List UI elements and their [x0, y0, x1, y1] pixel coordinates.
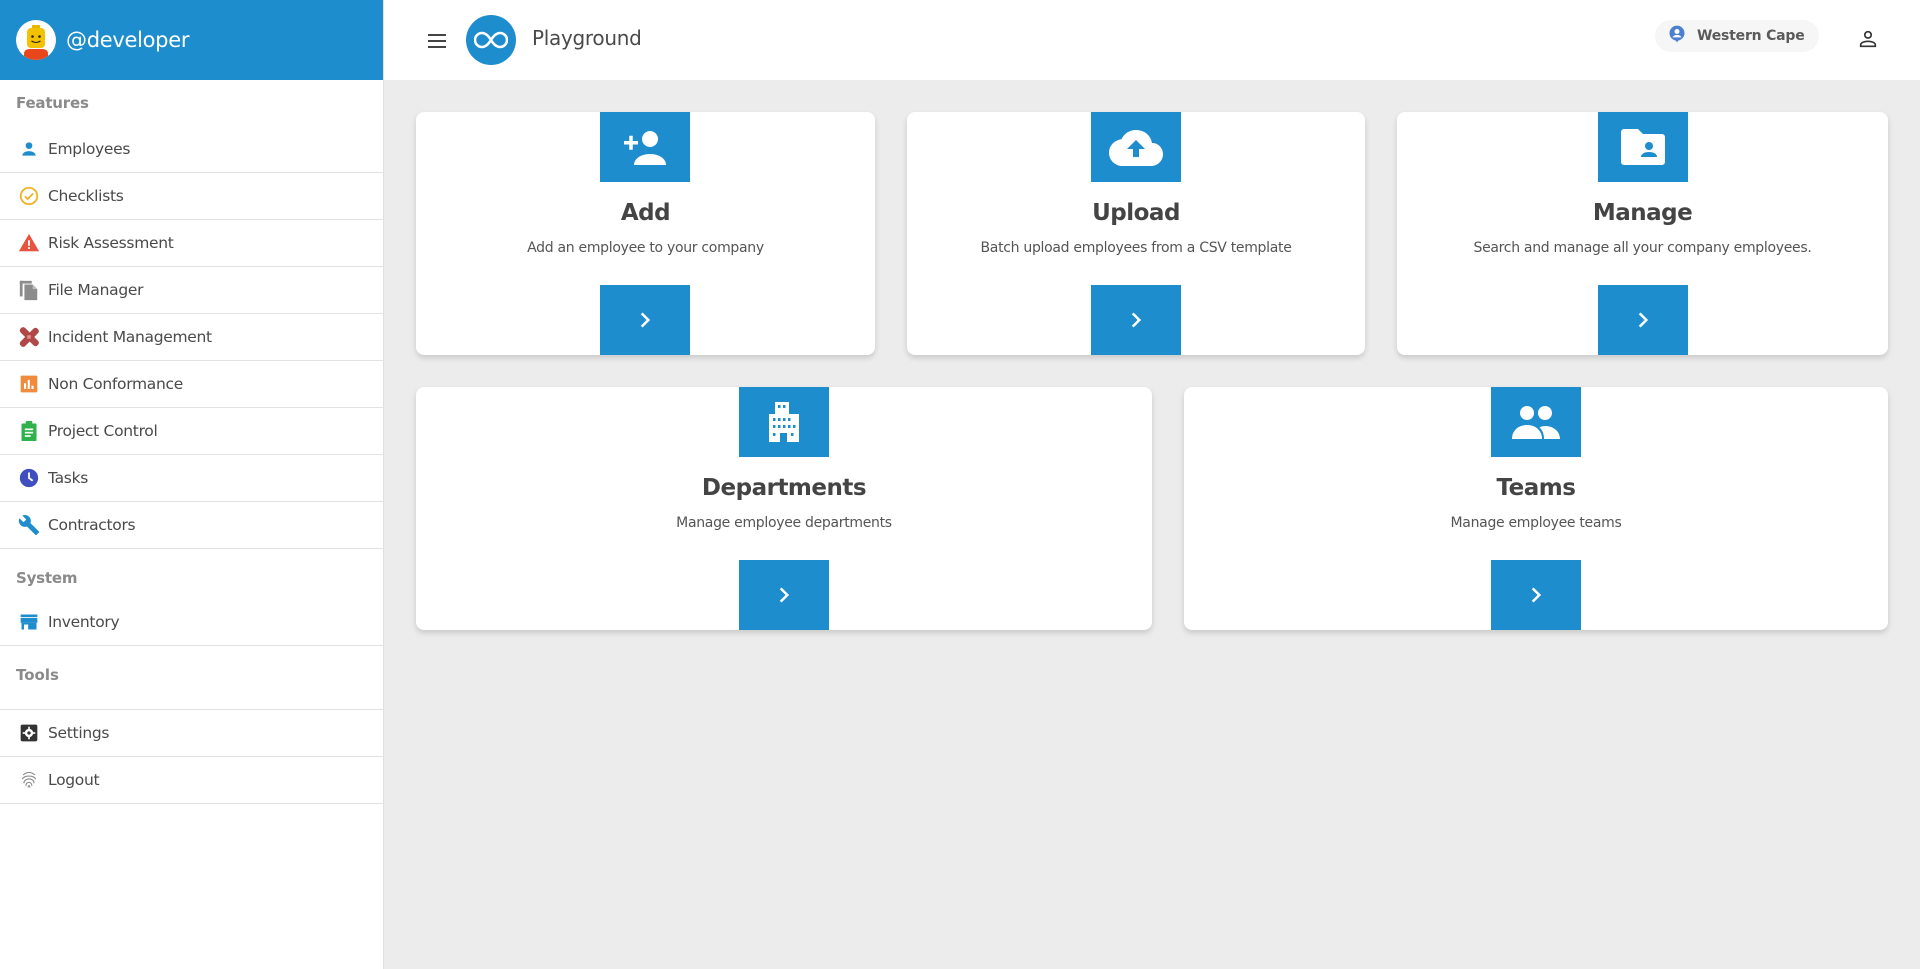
- card-manage: Manage Search and manage all your compan…: [1397, 112, 1888, 355]
- section-label-features: Features: [16, 94, 89, 112]
- sidebar-item-label: Tasks: [48, 469, 89, 487]
- location-selector[interactable]: Western Cape: [1655, 20, 1819, 52]
- chevron-right-icon: [779, 587, 790, 603]
- sidebar-item-inventory[interactable]: Inventory: [0, 599, 383, 646]
- card-open-button[interactable]: [1491, 560, 1581, 630]
- person-pin-icon: [1667, 24, 1687, 49]
- sidebar-item-logout[interactable]: Logout: [0, 757, 383, 804]
- account-icon[interactable]: [1857, 28, 1879, 50]
- sidebar-item-contractors[interactable]: Contractors: [0, 502, 383, 549]
- avatar[interactable]: [16, 20, 56, 60]
- settings-icon: [18, 722, 40, 744]
- section-label-system: System: [16, 569, 78, 587]
- card-upload: Upload Batch upload employees from a CSV…: [907, 112, 1365, 355]
- sidebar-item-label: Project Control: [48, 422, 158, 440]
- sidebar-item-label: Incident Management: [48, 328, 212, 346]
- card-open-button[interactable]: [1091, 285, 1181, 355]
- sidebar: @developer Features Employees Checklists…: [0, 0, 384, 969]
- card-title: Add: [620, 200, 671, 226]
- person-icon: [18, 138, 40, 160]
- sidebar-item-label: Non Conformance: [48, 375, 183, 393]
- card-description: Search and manage all your company emplo…: [1473, 240, 1812, 256]
- wrench-icon: [18, 514, 40, 536]
- sidebar-item-non-conformance[interactable]: Non Conformance: [0, 361, 383, 408]
- card-open-button[interactable]: [1598, 285, 1688, 355]
- card-title: Upload: [1092, 200, 1180, 226]
- sidebar-item-label: Employees: [48, 140, 131, 158]
- card-add: Add Add an employee to your company: [416, 112, 875, 355]
- location-label: Western Cape: [1697, 28, 1805, 44]
- sidebar-item-tasks[interactable]: Tasks: [0, 455, 383, 502]
- file-copy-icon: [18, 279, 40, 301]
- fingerprint-icon: [18, 769, 40, 791]
- card-teams: Teams Manage employee teams: [1184, 387, 1888, 630]
- sidebar-item-checklists[interactable]: Checklists: [0, 173, 383, 220]
- sidebar-item-label: Contractors: [48, 516, 136, 534]
- sidebar-item-label: Inventory: [48, 613, 120, 631]
- sidebar-item-file-manager[interactable]: File Manager: [0, 267, 383, 314]
- folder-shared-icon: [1598, 112, 1688, 182]
- card-departments: Departments Manage employee departments: [416, 387, 1152, 630]
- chevron-right-icon: [1638, 312, 1649, 328]
- bar-chart-icon: [18, 373, 40, 395]
- card-title: Departments: [701, 475, 867, 501]
- cloud-upload-icon: [1091, 112, 1181, 182]
- bandage-icon: [18, 326, 40, 348]
- sidebar-item-label: File Manager: [48, 281, 144, 299]
- username: @developer: [66, 28, 190, 52]
- warning-icon: [18, 232, 40, 254]
- chevron-right-icon: [1131, 312, 1142, 328]
- clock-icon: [18, 467, 40, 489]
- card-open-button[interactable]: [600, 285, 690, 355]
- card-description: Manage employee teams: [1450, 515, 1622, 531]
- sidebar-item-incident-management[interactable]: Incident Management: [0, 314, 383, 361]
- person-add-icon: [600, 112, 690, 182]
- card-description: Manage employee departments: [676, 515, 892, 531]
- infinity-logo-icon[interactable]: [466, 15, 516, 65]
- section-label-tools: Tools: [16, 666, 59, 684]
- people-icon: [1491, 387, 1581, 457]
- sidebar-item-settings[interactable]: Settings: [0, 710, 383, 757]
- sidebar-item-risk-assessment[interactable]: Risk Assessment: [0, 220, 383, 267]
- clipboard-icon: [18, 420, 40, 442]
- card-description: Add an employee to your company: [527, 240, 764, 256]
- check-circle-icon: [18, 185, 40, 207]
- card-description: Batch upload employees from a CSV templa…: [980, 240, 1292, 256]
- top-bar: Playground Western Cape: [384, 0, 1920, 80]
- store-icon: [18, 611, 40, 633]
- chevron-right-icon: [1531, 587, 1542, 603]
- app-title: Playground: [532, 26, 642, 50]
- chevron-right-icon: [640, 312, 651, 328]
- sidebar-item-employees[interactable]: Employees: [0, 126, 383, 173]
- card-title: Manage: [1592, 200, 1693, 226]
- menu-icon[interactable]: [425, 28, 449, 52]
- tools-section: Tools: [0, 646, 383, 710]
- card-title: Teams: [1496, 475, 1576, 501]
- sidebar-item-project-control[interactable]: Project Control: [0, 408, 383, 455]
- building-icon: [739, 387, 829, 457]
- sidebar-item-label: Risk Assessment: [48, 234, 174, 252]
- sidebar-item-label: Settings: [48, 724, 110, 742]
- sidebar-item-label: Logout: [48, 771, 100, 789]
- sidebar-header: @developer: [0, 0, 383, 80]
- card-open-button[interactable]: [739, 560, 829, 630]
- sidebar-item-label: Checklists: [48, 187, 124, 205]
